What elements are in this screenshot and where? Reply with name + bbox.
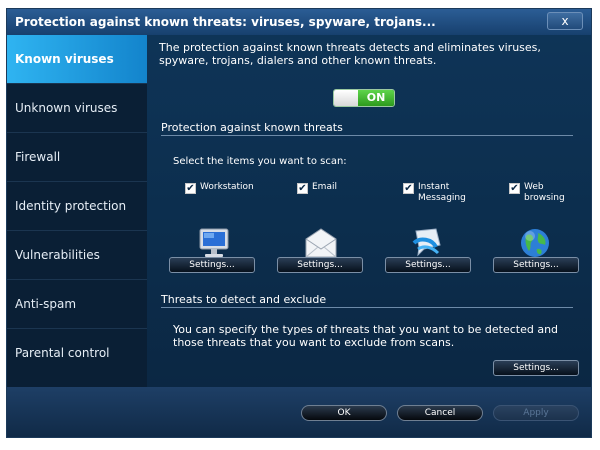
close-button[interactable]: x	[547, 12, 583, 30]
instant-messaging-checkbox[interactable]: ✔	[403, 183, 414, 194]
email-label: Email	[312, 182, 337, 192]
dialog-footer: OK Cancel Apply	[7, 387, 591, 437]
toggle-state-label: ON	[358, 90, 394, 106]
main-panel: The protection against known threats det…	[147, 35, 591, 387]
web-browsing-settings-button[interactable]: Settings...	[493, 257, 579, 273]
instant-messaging-settings-button[interactable]: Settings...	[385, 257, 471, 273]
protection-toggle[interactable]: ON	[333, 89, 395, 107]
chat-bubble-icon	[410, 225, 446, 261]
web-browsing-label: Web browsing	[524, 182, 565, 203]
sidebar: Known viruses Unknown viruses Firewall I…	[7, 35, 147, 387]
sidebar-item-unknown-viruses[interactable]: Unknown viruses	[7, 84, 147, 133]
sidebar-item-vulnerabilities[interactable]: Vulnerabilities	[7, 231, 147, 280]
web-browsing-checkbox[interactable]: ✔	[509, 183, 520, 194]
envelope-icon	[303, 225, 339, 261]
section-title-protection: Protection against known threats	[161, 121, 343, 134]
sidebar-item-label: Known viruses	[15, 52, 114, 66]
sidebar-item-identity-protection[interactable]: Identity protection	[7, 182, 147, 231]
sidebar-item-label: Identity protection	[15, 199, 127, 213]
sidebar-item-label: Vulnerabilities	[15, 248, 100, 262]
monitor-icon	[196, 225, 232, 261]
sidebar-item-firewall[interactable]: Firewall	[7, 133, 147, 182]
sidebar-item-anti-spam[interactable]: Anti-spam	[7, 280, 147, 329]
instant-messaging-label: Instant Messaging	[418, 182, 466, 203]
section-divider	[161, 307, 573, 308]
threats-description: You can specify the types of threats tha…	[173, 323, 559, 349]
cancel-button[interactable]: Cancel	[397, 405, 483, 421]
workstation-checkbox[interactable]: ✔	[185, 183, 196, 194]
toggle-knob	[334, 90, 358, 106]
workstation-label: Workstation	[200, 182, 254, 192]
ok-button[interactable]: OK	[301, 405, 387, 421]
section-title-threats: Threats to detect and exclude	[161, 293, 327, 306]
workstation-settings-button[interactable]: Settings...	[169, 257, 255, 273]
sidebar-item-label: Parental control	[15, 346, 110, 360]
email-settings-button[interactable]: Settings...	[277, 257, 363, 273]
dialog-window: Protection against known threats: viruse…	[6, 8, 592, 438]
sidebar-item-parental-control[interactable]: Parental control	[7, 329, 147, 378]
title-bar[interactable]: Protection against known threats: viruse…	[7, 9, 591, 35]
page-description: The protection against known threats det…	[159, 41, 541, 67]
email-checkbox[interactable]: ✔	[297, 183, 308, 194]
globe-icon	[517, 225, 553, 261]
scan-prompt: Select the items you want to scan:	[173, 156, 347, 167]
sidebar-item-label: Unknown viruses	[15, 101, 118, 115]
sidebar-item-known-viruses[interactable]: Known viruses	[7, 35, 147, 84]
apply-button[interactable]: Apply	[493, 405, 579, 421]
sidebar-item-label: Anti-spam	[15, 297, 77, 311]
sidebar-item-label: Firewall	[15, 150, 61, 164]
threats-settings-button[interactable]: Settings...	[493, 360, 579, 376]
section-divider	[161, 135, 573, 136]
window-title: Protection against known threats: viruse…	[15, 15, 436, 29]
close-icon: x	[561, 14, 569, 28]
